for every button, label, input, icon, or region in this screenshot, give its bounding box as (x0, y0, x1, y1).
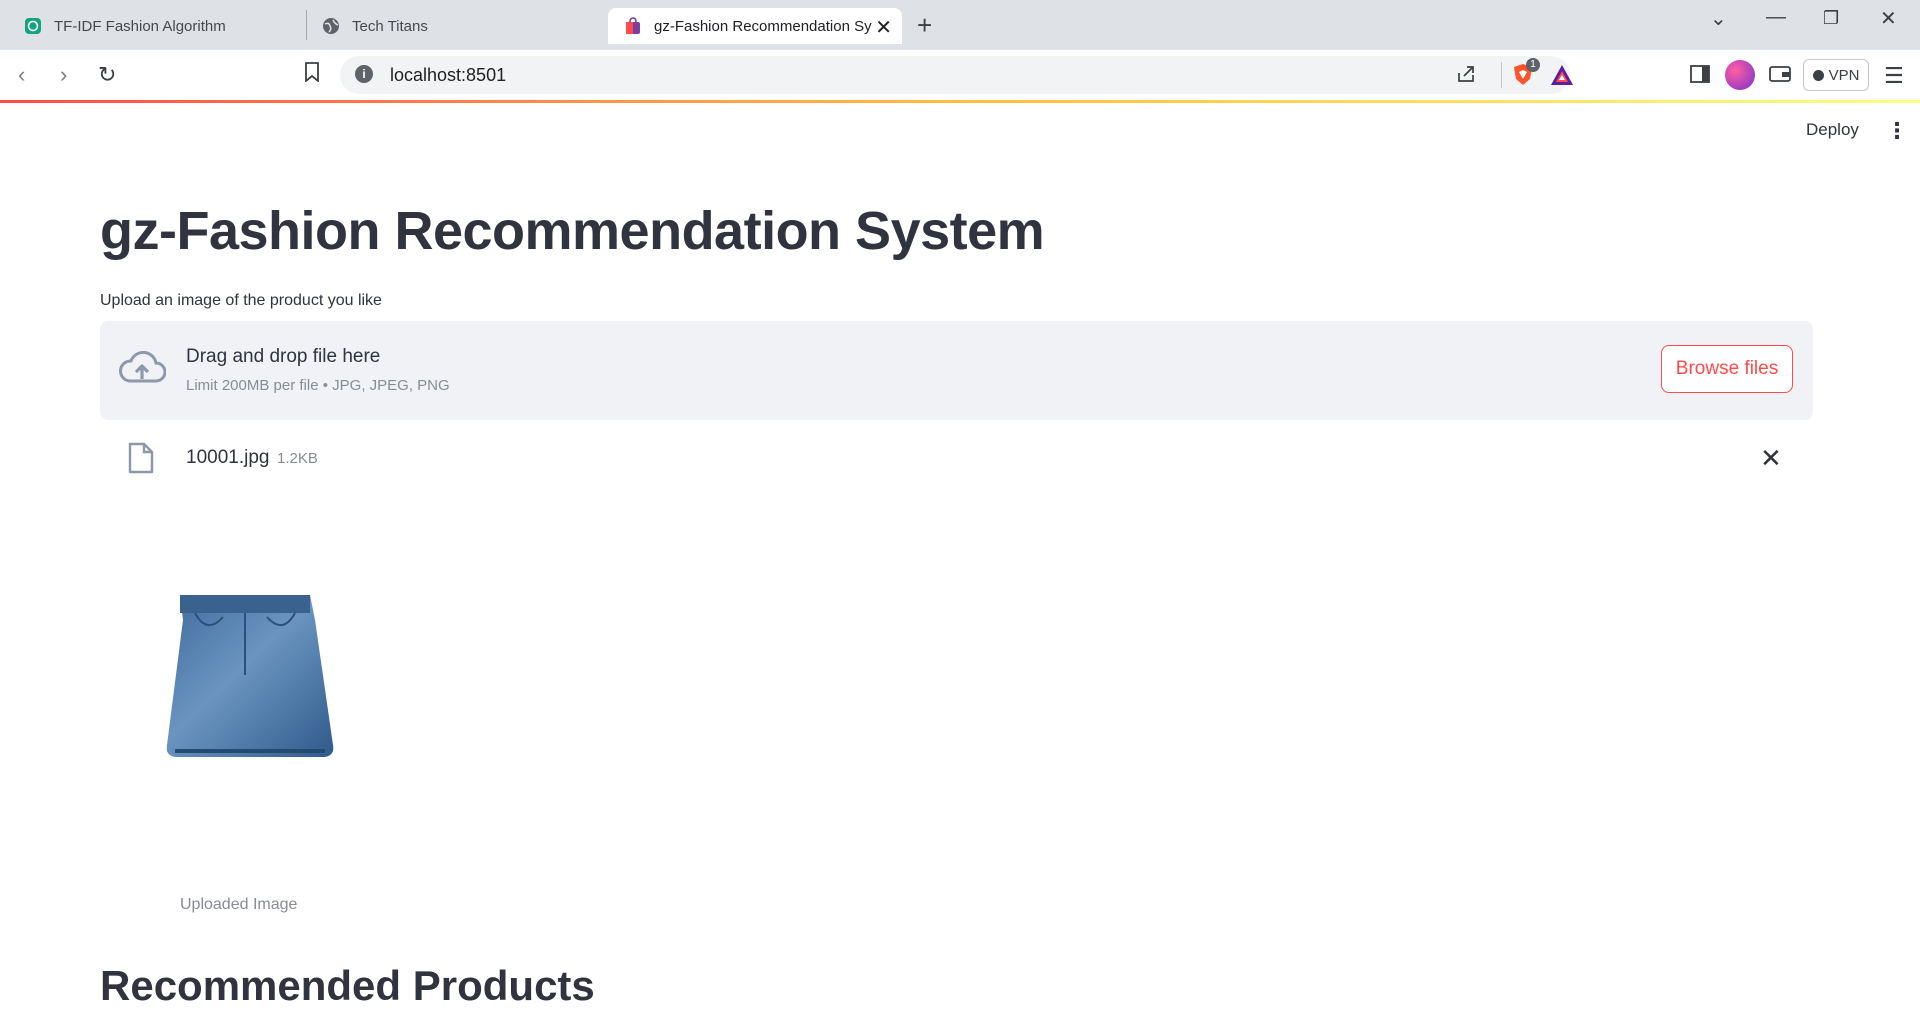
file-icon (128, 442, 154, 479)
file-dropzone[interactable]: Drag and drop file here Limit 200MB per … (100, 321, 1813, 420)
browser-toolbar: ‹ › ↻ i localhost:8501 1 VPN ☰ (0, 50, 1920, 100)
remove-file-icon[interactable]: ✕ (1760, 443, 1782, 474)
bookmark-icon[interactable] (304, 62, 320, 88)
vpn-label: VPN (1828, 66, 1860, 84)
reload-icon[interactable]: ↻ (98, 62, 116, 88)
minimize-icon[interactable]: — (1766, 6, 1786, 29)
file-name: 10001.jpg (186, 447, 270, 468)
address-bar[interactable]: i localhost:8501 1 (340, 56, 1573, 94)
deploy-button[interactable]: Deploy (1806, 120, 1859, 140)
uploaded-image (135, 575, 365, 810)
tab-label: Tech Titans (352, 17, 428, 35)
url-text[interactable]: localhost:8501 (390, 65, 506, 86)
new-tab-icon[interactable]: + (917, 10, 932, 40)
divider (1501, 62, 1502, 88)
streamlit-decoration-bar (0, 100, 1920, 103)
dropzone-limit: Limit 200MB per file • JPG, JPEG, PNG (186, 377, 450, 394)
dropzone-instructions: Drag and drop file here (186, 346, 381, 367)
uploaded-file-item: 10001.jpg 1.2KB ✕ (100, 437, 1813, 479)
browser-tabstrip: TF-IDF Fashion Algorithm Tech Titans gz-… (0, 0, 1920, 50)
tab-label: gz-Fashion Recommendation Sy (654, 17, 872, 35)
site-info-icon[interactable]: i (355, 65, 373, 83)
brave-rewards-icon[interactable] (1550, 64, 1574, 91)
tab-tfidf[interactable]: TF-IDF Fashion Algorithm (8, 8, 298, 44)
uploader-label: Upload an image of the product you like (100, 292, 382, 309)
close-tab-icon[interactable]: ✕ (875, 15, 892, 40)
globe-icon (322, 17, 340, 35)
sidebar-toggle-icon[interactable] (1690, 65, 1710, 88)
back-icon[interactable]: ‹ (18, 62, 25, 88)
profile-avatar[interactable] (1725, 60, 1755, 90)
image-caption: Uploaded Image (180, 896, 298, 913)
streamlit-icon (624, 17, 642, 35)
tab-gz-fashion[interactable]: gz-Fashion Recommendation Sy ✕ (608, 8, 902, 44)
cloud-upload-icon (118, 350, 167, 392)
openai-icon (24, 17, 42, 35)
wallet-icon[interactable] (1769, 65, 1791, 88)
forward-icon[interactable]: › (60, 62, 67, 88)
close-window-icon[interactable]: ✕ (1880, 6, 1897, 31)
vpn-button[interactable]: VPN (1803, 59, 1869, 91)
browser-menu-icon[interactable]: ☰ (1884, 63, 1904, 89)
shields-badge: 1 (1526, 58, 1540, 72)
browse-files-button[interactable]: Browse files (1661, 345, 1793, 393)
recommended-heading: Recommended Products (100, 962, 595, 1009)
vpn-status-icon (1812, 69, 1824, 81)
restore-icon[interactable]: ❐ (1823, 8, 1839, 29)
page-title: gz-Fashion Recommendation System (100, 201, 1045, 261)
tab-label: TF-IDF Fashion Algorithm (54, 17, 226, 35)
tab-tech-titans[interactable]: Tech Titans (306, 8, 596, 44)
main-menu-icon[interactable]: ⋮ (1886, 118, 1908, 144)
share-icon[interactable] (1456, 64, 1476, 89)
tab-search-chevron-icon[interactable]: ⌄ (1710, 6, 1727, 31)
file-size: 1.2KB (277, 450, 318, 467)
